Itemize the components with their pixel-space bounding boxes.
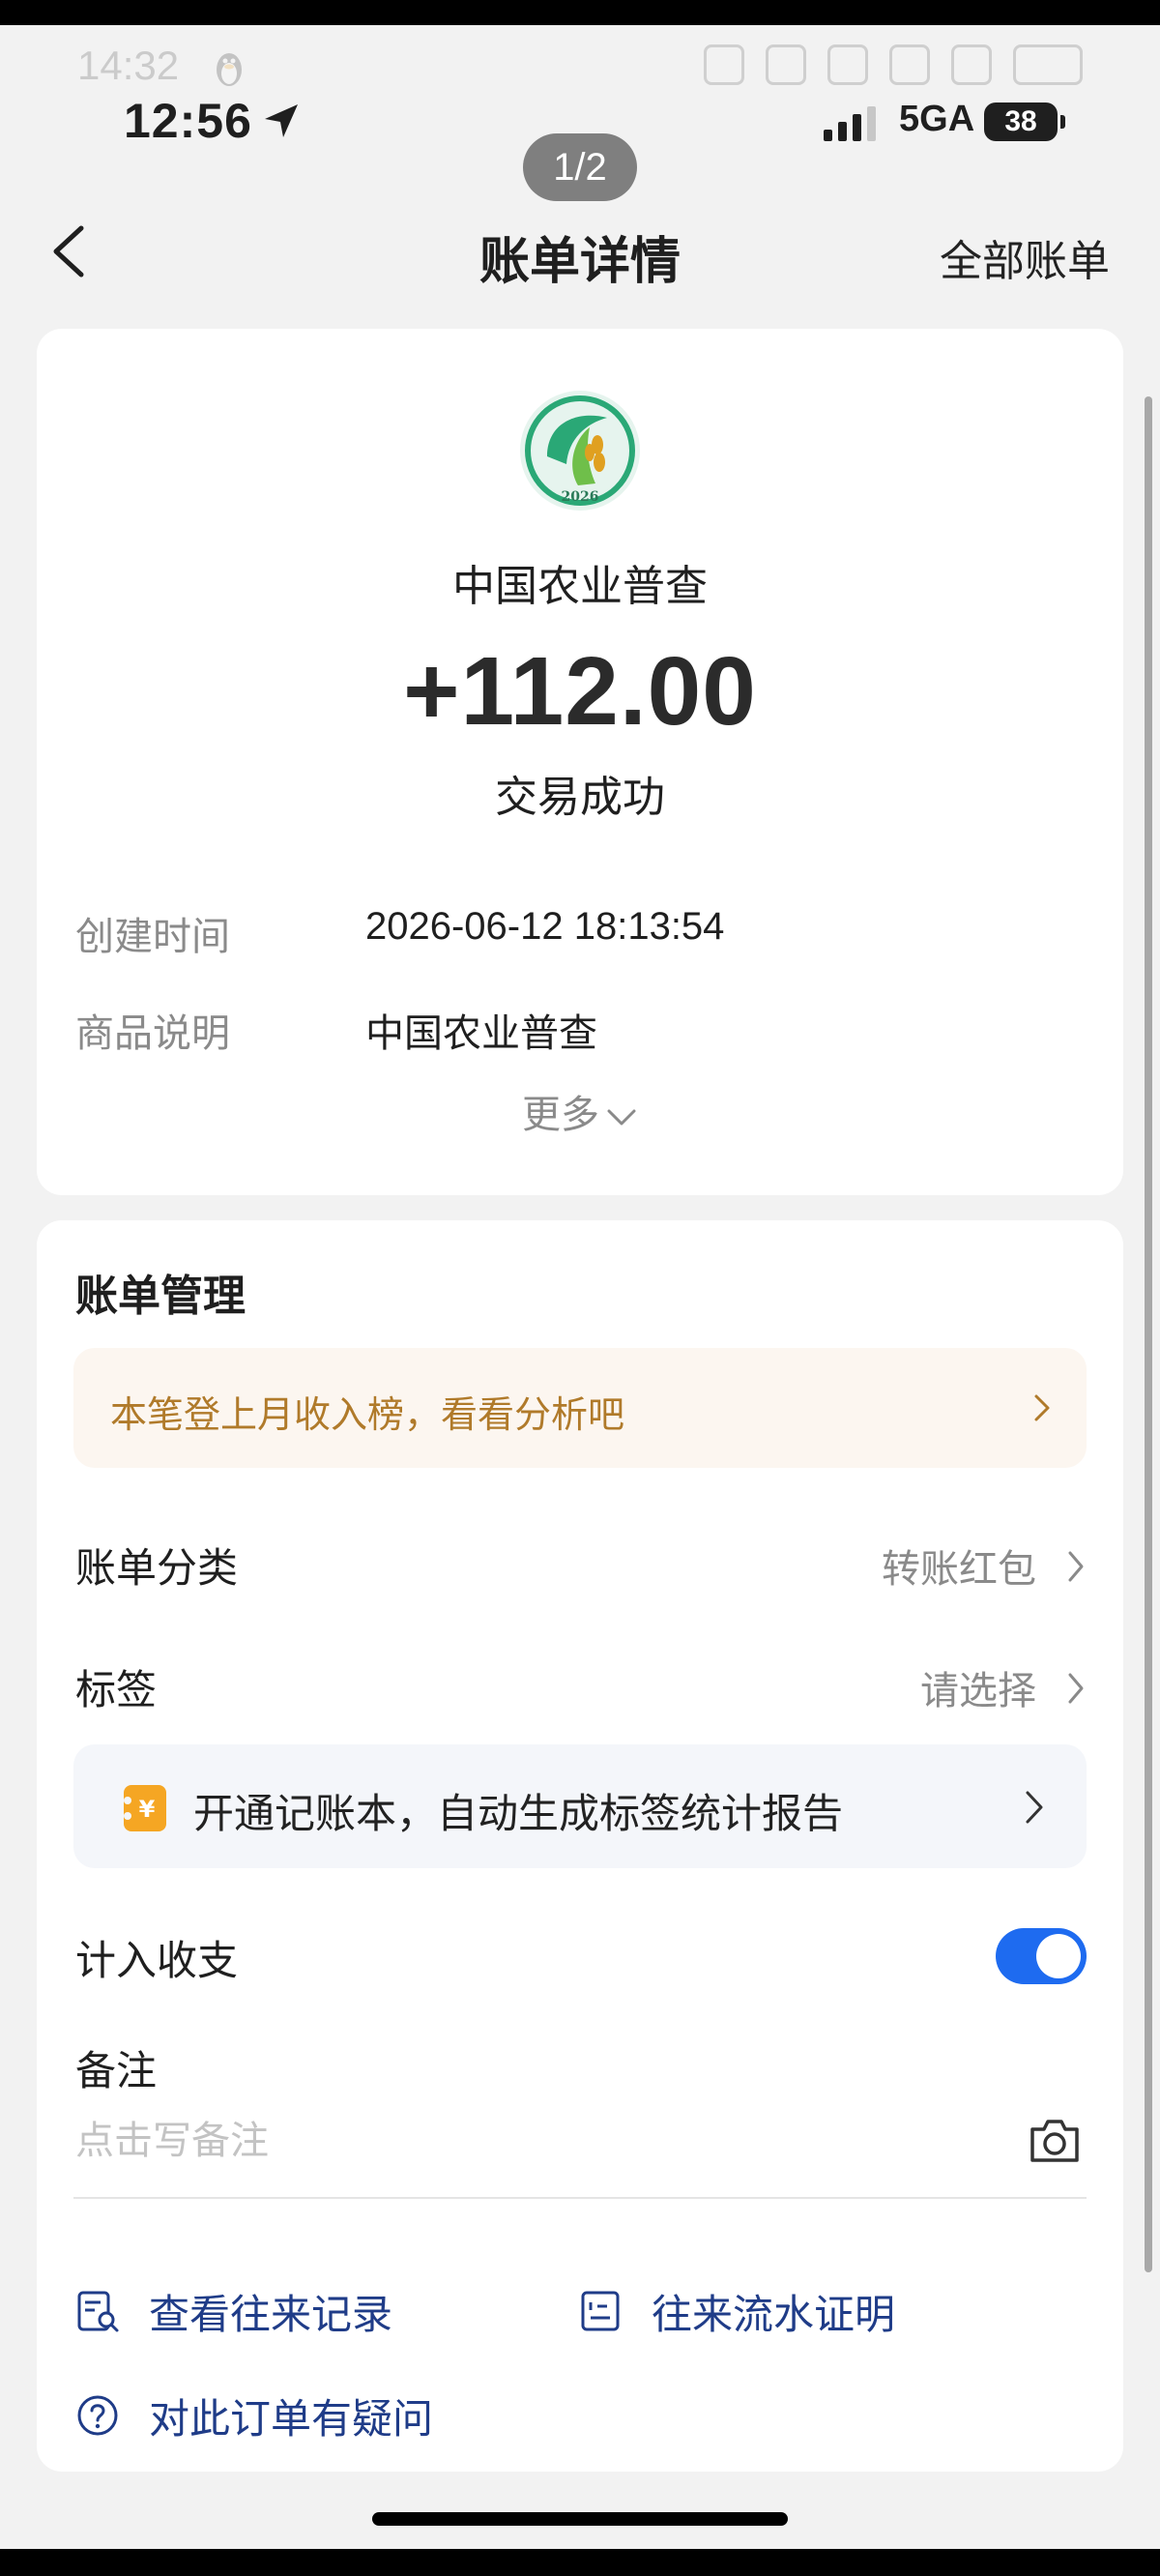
remark-input[interactable] (73, 2112, 909, 2170)
category-label: 账单分类 (75, 1545, 239, 1591)
logo-year: 2026 (562, 489, 599, 505)
detail-value-description: 中国农业普查 (365, 1012, 597, 1055)
bill-management-card: 账单管理 本笔登上月收入榜，看看分析吧 账单分类 转账红包 标签 请选择 ¥ 开… (37, 1220, 1123, 2472)
chevron-right-icon (1034, 1394, 1050, 1421)
proof-document-icon (581, 2291, 620, 2331)
chevron-right-icon (1068, 1673, 1084, 1704)
section-title: 账单管理 (75, 1273, 246, 1320)
order-question-link[interactable]: 对此订单有疑问 (75, 2386, 433, 2444)
mute-icon (766, 44, 806, 85)
transaction-amount: +112.00 (403, 637, 757, 746)
signal-icon (951, 44, 992, 85)
wifi-icon (827, 44, 868, 85)
ghost-status-bar: 14:32 (0, 43, 1160, 97)
location-arrow-icon (265, 104, 298, 137)
merchant-logo: 2026 (520, 391, 640, 511)
alarm-icon (704, 44, 744, 85)
transaction-card: 2026 中国农业普查 +112.00 交易成功 创建时间 2026-06-12… (37, 329, 1123, 1195)
more-button[interactable]: 更多 (37, 1083, 1123, 1139)
category-value: 转账红包 (882, 1548, 1036, 1591)
account-book-text: 开通记账本，自动生成标签统计报告 (193, 1791, 844, 1836)
order-question-label: 对此订单有疑问 (149, 2395, 434, 2442)
chevron-right-icon (1026, 1791, 1043, 1824)
detail-label-description: 商品说明 (75, 1012, 230, 1055)
screen-top-edge (0, 0, 1160, 25)
bill-category-row[interactable]: 账单分类 转账红包 (75, 1536, 1087, 1603)
status-time: 12:56 (124, 94, 252, 148)
battery-indicator: 38 (984, 102, 1065, 141)
scrollbar[interactable] (1145, 396, 1152, 2272)
remark-label: 备注 (75, 2048, 158, 2093)
detail-value-created-time: 2026-06-12 18:13:54 (365, 905, 725, 948)
account-book-banner[interactable]: ¥ 开通记账本，自动生成标签统计报告 (73, 1744, 1087, 1868)
chevron-down-icon (607, 1109, 636, 1126)
ghost-time: 14:32 (77, 43, 180, 88)
include-in-stats-row: 计入收支 (75, 1928, 1087, 1996)
promo-text: 本笔登上月收入榜，看看分析吧 (110, 1395, 625, 1436)
transaction-status: 交易成功 (495, 774, 665, 821)
qq-penguin-icon (217, 53, 242, 86)
record-search-icon (77, 2291, 119, 2332)
signal-icon (889, 44, 930, 85)
include-label: 计入收支 (75, 1938, 239, 1983)
merchant-name: 中国农业普查 (452, 563, 708, 610)
transaction-proof-label: 往来流水证明 (652, 2291, 896, 2337)
account-book-icon: ¥ (124, 1785, 166, 1831)
income-rank-banner[interactable]: 本笔登上月收入榜，看看分析吧 (73, 1348, 1087, 1468)
home-indicator[interactable] (372, 2512, 788, 2526)
question-circle-icon (77, 2395, 118, 2436)
camera-icon[interactable] (1027, 2116, 1083, 2166)
ghost-status-icons (704, 44, 1083, 85)
view-history-link[interactable]: 查看往来记录 (75, 2282, 392, 2340)
account-book-icon-text: ¥ (139, 1796, 156, 1823)
include-in-stats-toggle[interactable] (996, 1928, 1087, 1984)
chevron-right-icon (1068, 1551, 1084, 1582)
transaction-proof-link[interactable]: 往来流水证明 (578, 2282, 895, 2340)
cellular-signal-icon (824, 106, 876, 141)
tag-value: 请选择 (920, 1670, 1036, 1712)
nav-bar: 账单详情 全部账单 (0, 203, 1160, 300)
screen-bottom-edge (0, 2549, 1160, 2576)
page-indicator: 1/2 (523, 133, 637, 201)
all-bills-link[interactable]: 全部账单 (940, 226, 1110, 288)
detail-label-created-time: 创建时间 (75, 916, 230, 958)
tag-label: 标签 (75, 1667, 158, 1712)
toggle-knob (1036, 1934, 1081, 1978)
battery-icon (1013, 44, 1083, 85)
divider (73, 2197, 1087, 2199)
tag-row[interactable]: 标签 请选择 (75, 1657, 1087, 1725)
more-label: 更多 (522, 1094, 599, 1136)
view-history-label: 查看往来记录 (149, 2291, 393, 2337)
network-type: 5GA (899, 99, 975, 139)
